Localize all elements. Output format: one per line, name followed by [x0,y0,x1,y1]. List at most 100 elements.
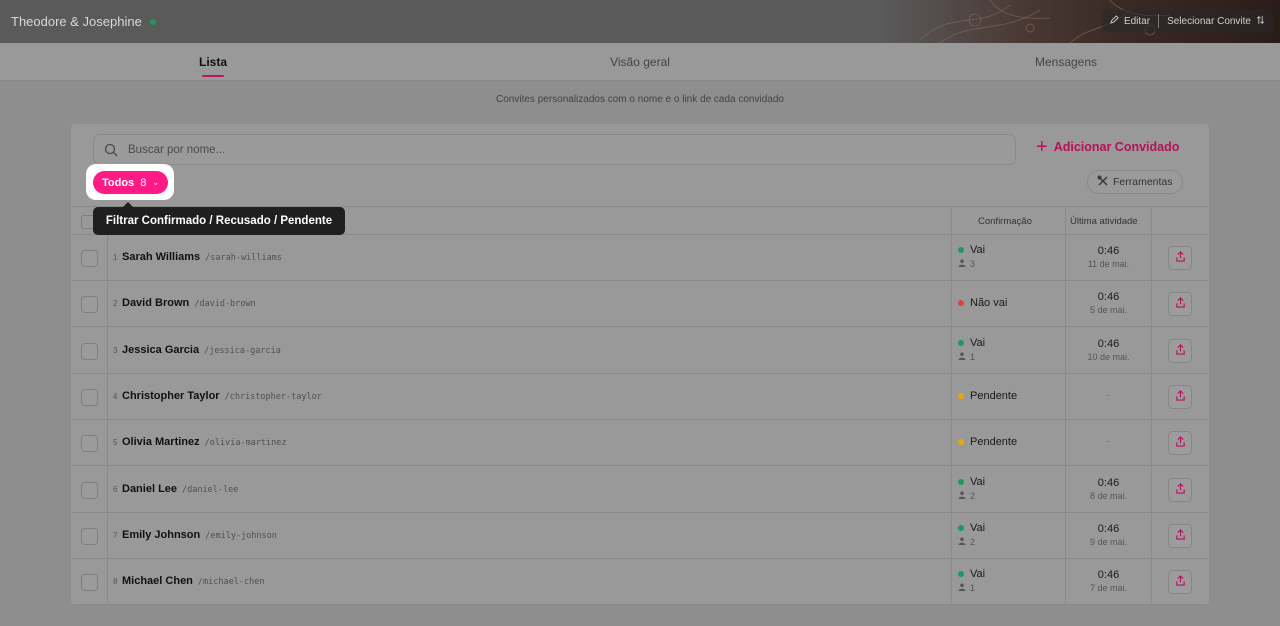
top-bar: Theodore & Josephine Editar Selecionar C… [0,0,1280,43]
share-button[interactable] [1168,477,1192,502]
event-title-text: Theodore & Josephine [11,14,142,29]
activity-date: 5 de mai. [1089,305,1128,316]
share-icon [1175,527,1186,545]
status-label: Vai [970,521,986,534]
guest-list-card: + Adicionar Convidado Ferramentas Confir… [71,124,1209,605]
row-checkbox[interactable] [81,342,98,360]
guest-slug: /sarah-williams [205,253,282,263]
activity-time: 0:46 [1097,337,1120,350]
confirmation-status: Não vai [958,297,1007,309]
guest-name-cell[interactable]: Christopher Taylor/christopher-taylor [122,390,322,402]
guest-name-cell[interactable]: Jessica Garcia/jessica-garcia [122,344,281,356]
guest-name-cell[interactable]: Olivia Martinez/olivia-martinez [122,436,287,448]
filter-count: 8 [140,176,147,189]
guest-count: 2 [958,491,975,501]
guest-name-cell[interactable]: Sarah Williams/sarah-williams [122,251,282,263]
person-icon [958,583,966,593]
guest-slug: /david-brown [194,299,256,310]
status-dot [958,478,964,485]
tab-mensagens[interactable]: Mensagens [1035,55,1097,69]
status-dot [958,339,964,346]
table-row: 5 Olivia Martinez/olivia-martinez Pendente… [71,420,1209,467]
filter-label: Todos [102,176,135,189]
select-invite-button[interactable]: Selecionar Convite [1159,10,1273,32]
guest-name-cell[interactable]: Michael Chen/michael-chen [122,575,264,587]
guest-slug: /christopher-taylor [224,391,322,402]
person-icon [958,352,966,362]
activity-time: 0:46 [1097,245,1120,257]
guest-name-cell[interactable]: David Brown/david-brown [122,297,256,309]
share-icon [1175,573,1186,591]
share-icon [1175,295,1186,313]
share-button[interactable] [1168,431,1192,456]
row-checkbox[interactable] [81,481,98,499]
row-number: 7 [113,530,118,540]
share-button[interactable] [1168,384,1192,409]
add-guest-button[interactable]: + Adicionar Convidado [1036,136,1180,158]
activity-time: 0:46 [1097,569,1120,582]
page-subtitle: Convites personalizados com o nome e o l… [496,94,784,105]
share-button[interactable] [1168,292,1192,317]
guest-count-value: 1 [970,351,976,362]
table-row: 8 Michael Chen/michael-chen Vai 1 0:46 7 de m… [71,559,1209,605]
status-label: Não vai [970,297,1008,310]
status-label: Vai [970,475,986,488]
share-button[interactable] [1168,338,1192,363]
row-number: 4 [113,391,118,401]
guest-name: Emily Johnson [122,528,201,541]
table-row: 7 Emily Johnson/emily-johnson Vai 2 0:46 9 de… [71,513,1209,559]
person-icon [958,537,966,547]
guest-count-value: 2 [970,490,976,501]
guest-name-cell[interactable]: Emily Johnson/emily-johnson [122,529,277,541]
edit-label: Editar [1123,15,1151,27]
share-icon [1175,249,1186,267]
status-label: Vai [970,244,986,256]
row-number: 6 [113,484,118,494]
row-checkbox[interactable] [81,296,98,314]
guest-name: Sarah Williams [122,251,201,263]
share-button[interactable] [1168,570,1192,595]
guest-name: Daniel Lee [122,482,178,495]
activity-empty: - [1107,389,1110,400]
row-checkbox[interactable] [81,435,98,453]
activity-date: 7 de mai. [1089,583,1128,594]
pencil-icon [1110,15,1119,27]
tools-icon [1097,175,1109,190]
event-title: Theodore & Josephine [11,14,156,29]
table-row: 2 David Brown/david-brown Não vai 0:46 5 de … [71,281,1209,328]
column-header-confirmation: Confirmação [978,216,1032,227]
person-icon [958,259,966,269]
guest-slug: /emily-johnson [205,530,277,541]
row-number: 1 [113,253,118,262]
table-row: 1 Sarah Williams/sarah-williams Vai 3 0:46 11… [71,235,1209,281]
tools-button[interactable]: Ferramentas [1087,170,1183,194]
plus-icon: + [1036,136,1048,158]
activity-date: 10 de mai. [1087,351,1130,362]
confirmation-status: Vai [958,337,985,349]
status-label: Vai [970,568,986,581]
guest-slug: /jessica-garcia [204,345,281,356]
guest-name: David Brown [122,297,190,310]
filter-all-button[interactable]: Todos 8 ⌄ [93,171,168,194]
row-checkbox[interactable] [81,527,98,545]
row-checkbox[interactable] [81,250,98,267]
guest-name: Olivia Martinez [122,436,200,449]
share-button[interactable] [1168,523,1192,548]
online-status-dot [149,18,156,25]
tab-lista[interactable]: Lista [199,55,227,69]
edit-button[interactable]: Editar [1102,10,1158,32]
confirmation-status: Vai [958,476,985,488]
confirmation-status: Vai [958,568,985,580]
row-checkbox[interactable] [81,574,98,592]
tab-visao-geral[interactable]: Visão geral [610,55,670,69]
table-row: 3 Jessica Garcia/jessica-garcia Vai 1 0:46 10… [71,328,1209,374]
row-checkbox[interactable] [81,388,98,406]
guest-slug: /olivia-martinez [204,438,287,449]
guest-name-cell[interactable]: Daniel Lee/daniel-lee [122,483,238,495]
guest-count: 2 [958,537,975,547]
add-guest-label: Adicionar Convidado [1053,140,1180,154]
search-input[interactable] [128,143,928,156]
tab-bar: Lista Visão geral Mensagens [0,43,1280,81]
activity-time: 0:46 [1097,522,1120,535]
share-button[interactable] [1168,246,1192,270]
